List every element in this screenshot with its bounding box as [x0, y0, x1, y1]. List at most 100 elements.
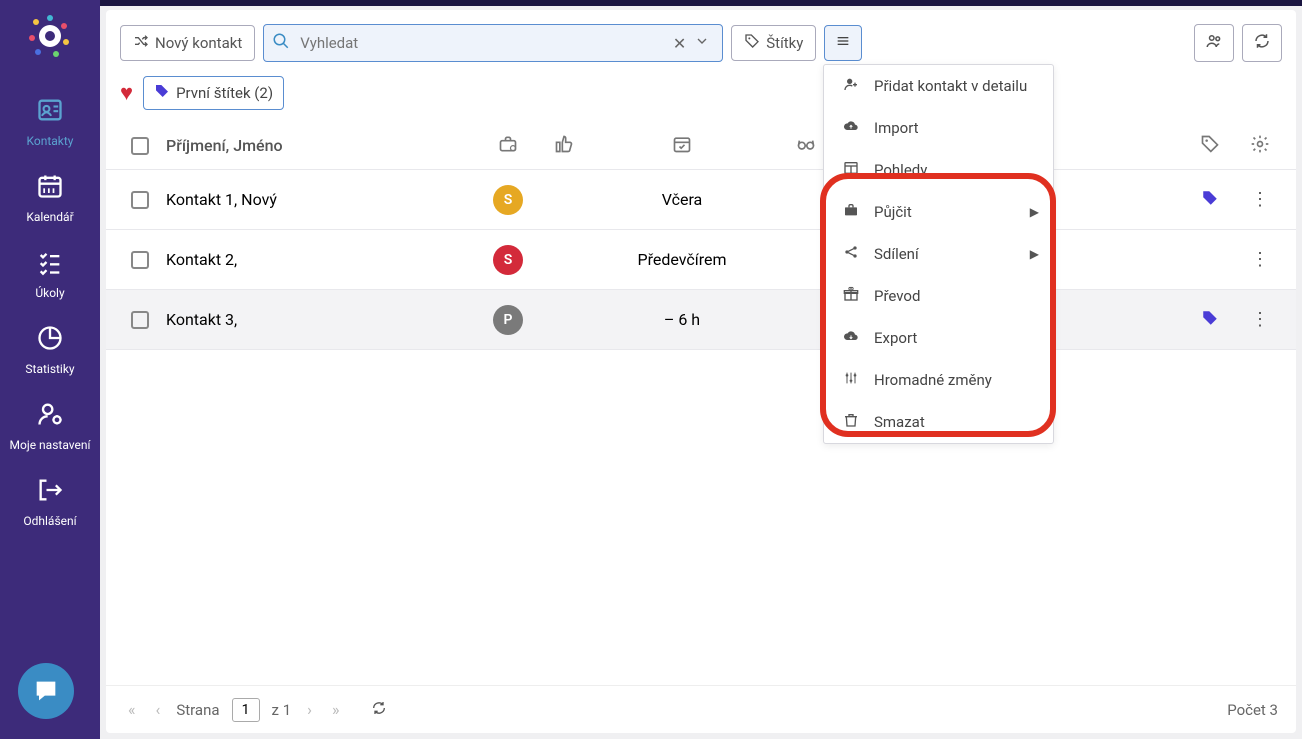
sliders-icon — [842, 370, 860, 390]
nav-logout[interactable]: Odhlášení — [0, 464, 100, 540]
next-page-button[interactable]: › — [303, 696, 316, 723]
dropdown-item-cloud-up[interactable]: Import — [824, 107, 1053, 149]
tags-button[interactable]: Štítky — [731, 25, 816, 61]
logout-icon — [36, 476, 64, 510]
tag-col-icon — [1200, 134, 1220, 158]
status-badge: S — [493, 185, 523, 215]
dropdown-item-label: Import — [874, 119, 919, 137]
briefcase-icon — [842, 202, 860, 222]
nav-contacts[interactable]: Kontakty — [0, 84, 100, 160]
trash-icon — [842, 412, 860, 432]
user-plus-icon — [842, 76, 860, 96]
tag-icon — [744, 33, 760, 53]
table-row[interactable]: Kontakt 2, S Předevčírem ⋮ — [106, 230, 1296, 290]
filter-row: ♥ První štítek (2) — [106, 72, 1296, 122]
tag-icon — [154, 83, 170, 103]
app-logo — [26, 12, 74, 60]
clear-search-icon[interactable]: ✕ — [673, 34, 686, 53]
users-button[interactable] — [1194, 24, 1234, 62]
dropdown-item-briefcase[interactable]: Půjčit ▶ — [824, 191, 1053, 233]
tag-chip-label: První štítek (2) — [176, 84, 273, 102]
last-page-button[interactable]: » — [328, 696, 344, 723]
chevron-right-icon: ▶ — [1030, 247, 1039, 261]
gift-icon — [842, 286, 860, 306]
heart-icon[interactable]: ♥ — [120, 80, 133, 106]
row-name: Kontakt 2, — [160, 250, 480, 269]
chat-help-button[interactable] — [18, 663, 74, 719]
tag-icon — [1201, 189, 1219, 211]
status-badge: S — [493, 245, 523, 275]
refresh-button[interactable] — [1242, 24, 1282, 62]
actions-dropdown: Přidat kontakt v detailu Import Pohledy Půj… — [823, 64, 1054, 444]
dropdown-item-cloud-down[interactable]: Export — [824, 317, 1053, 359]
menu-button[interactable] — [824, 25, 862, 61]
row-more-button[interactable]: ⋮ — [1251, 309, 1269, 330]
page-input[interactable] — [232, 698, 260, 722]
chat-icon — [32, 677, 60, 705]
chevron-right-icon: ▶ — [1030, 205, 1039, 219]
cloud-down-icon — [842, 328, 860, 348]
first-page-button[interactable]: « — [124, 696, 140, 723]
dropdown-item-window[interactable]: Pohledy — [824, 149, 1053, 191]
row-more-button[interactable]: ⋮ — [1251, 249, 1269, 270]
nav-label: Moje nastavení — [10, 438, 91, 452]
users-icon — [1205, 32, 1223, 54]
sidebar: Kontakty Kalendář Úkoly Statistiky Moje … — [0, 0, 100, 739]
nav-label: Kalendář — [26, 210, 73, 224]
tag-filter-chip[interactable]: První štítek (2) — [143, 76, 284, 110]
row-checkbox[interactable] — [131, 191, 149, 209]
page-of-label: z 1 — [272, 701, 292, 719]
row-checkbox[interactable] — [131, 251, 149, 269]
search-icon — [272, 32, 290, 54]
dropdown-item-user-plus[interactable]: Přidat kontakt v detailu — [824, 65, 1053, 107]
search-dropdown-icon[interactable] — [694, 33, 710, 53]
dropdown-item-trash[interactable]: Smazat — [824, 401, 1053, 443]
row-checkbox[interactable] — [131, 311, 149, 329]
status-badge: P — [493, 305, 523, 335]
nav-label: Statistiky — [25, 362, 74, 376]
new-contact-button[interactable]: Nový kontakt — [120, 25, 255, 61]
nav-label: Odhlášení — [23, 514, 76, 528]
main-panel: Nový kontakt ✕ Štítky ♥ První ští — [106, 10, 1296, 733]
tag-icon — [1201, 309, 1219, 331]
contacts-icon — [36, 96, 64, 130]
nav-calendar[interactable]: Kalendář — [0, 160, 100, 236]
window-icon — [842, 160, 860, 180]
nav-tasks[interactable]: Úkoly — [0, 236, 100, 312]
share-icon — [842, 244, 860, 264]
col-name[interactable]: Příjmení, Jméno — [160, 136, 480, 155]
table-row[interactable]: Kontakt 3, P – 6 h ⋮ — [106, 290, 1296, 350]
hamburger-icon — [835, 33, 851, 53]
search-input-wrapper[interactable]: ✕ — [263, 24, 723, 62]
footer-refresh-button[interactable] — [371, 700, 387, 720]
dropdown-item-label: Sdílení — [874, 245, 919, 263]
prev-page-button[interactable]: ‹ — [152, 696, 165, 723]
tasks-icon — [36, 248, 64, 282]
gear-icon[interactable] — [1250, 134, 1270, 158]
dropdown-item-gift[interactable]: Převod — [824, 275, 1053, 317]
dropdown-item-label: Převod — [874, 287, 920, 305]
row-date: Předevčírem — [592, 250, 772, 269]
dropdown-item-label: Pohledy — [874, 161, 927, 179]
nav-label: Kontakty — [27, 134, 74, 148]
count-label: Počet 3 — [1227, 701, 1278, 719]
table-row[interactable]: Kontakt 1, Nový S Včera ⋮ — [106, 170, 1296, 230]
stats-icon — [36, 324, 64, 358]
select-all-checkbox[interactable] — [131, 137, 149, 155]
dropdown-item-label: Půjčit — [874, 203, 912, 221]
calendar-check-icon — [672, 134, 692, 158]
search-input[interactable] — [294, 28, 669, 58]
user-settings-icon — [36, 400, 64, 434]
nav-settings[interactable]: Moje nastavení — [0, 388, 100, 464]
dropdown-item-label: Přidat kontakt v detailu — [874, 77, 1027, 95]
briefcase-icon — [498, 134, 518, 158]
calendar-icon — [36, 172, 64, 206]
nav-stats[interactable]: Statistiky — [0, 312, 100, 388]
table-header: Příjmení, Jméno — [106, 122, 1296, 170]
row-more-button[interactable]: ⋮ — [1251, 189, 1269, 210]
new-contact-label: Nový kontakt — [155, 34, 242, 52]
thumbs-up-icon — [554, 134, 574, 158]
dropdown-item-share[interactable]: Sdílení ▶ — [824, 233, 1053, 275]
dropdown-item-sliders[interactable]: Hromadné změny — [824, 359, 1053, 401]
tags-label: Štítky — [766, 34, 803, 52]
